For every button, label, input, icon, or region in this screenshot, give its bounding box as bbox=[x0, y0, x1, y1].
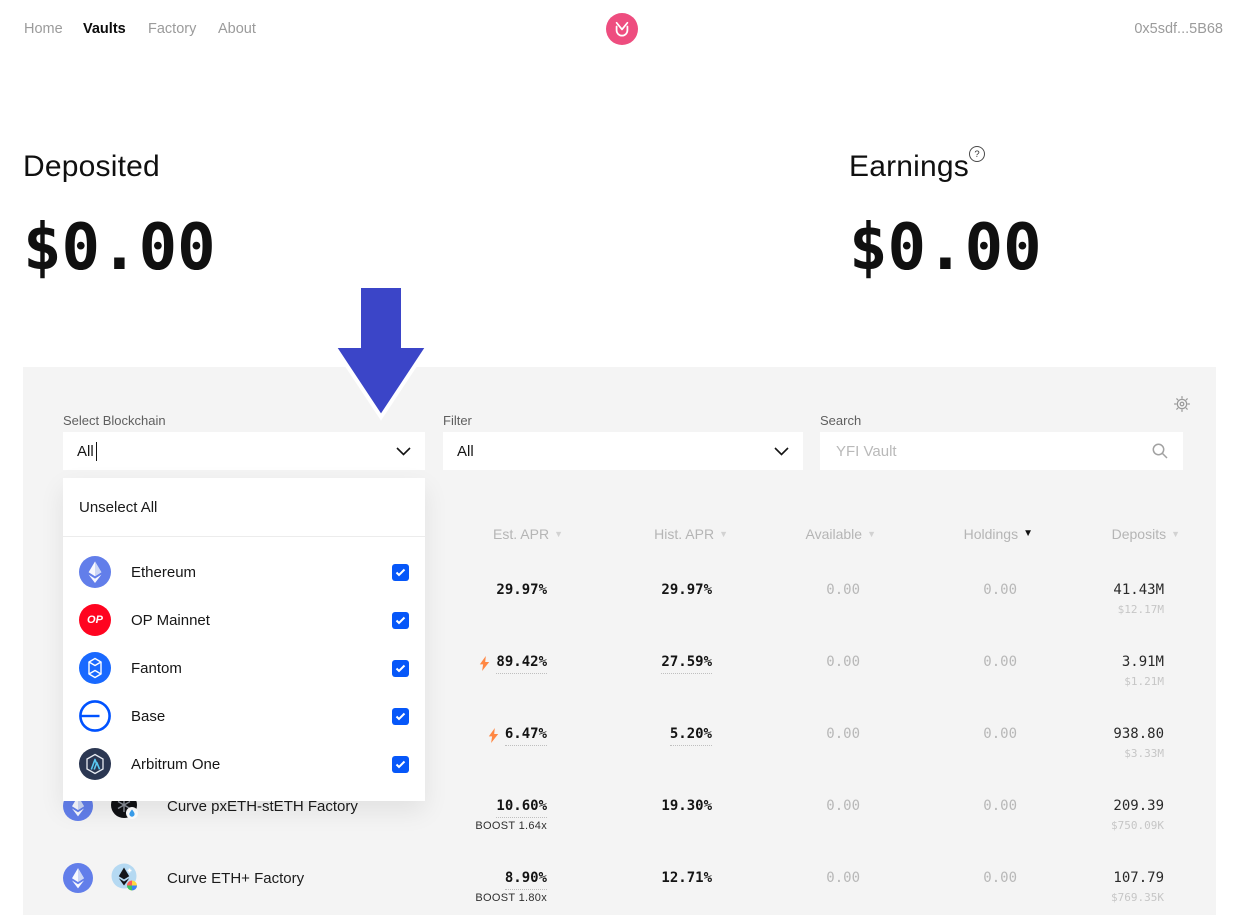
header-holdings[interactable]: Holdings▼ bbox=[964, 526, 1033, 542]
wallet-address[interactable]: 0x5sdf...5B68 bbox=[1134, 21, 1223, 37]
filter-select-value: All bbox=[457, 443, 474, 460]
unselect-all-button[interactable]: Unselect All bbox=[63, 478, 425, 537]
sort-desc-icon: ▼ bbox=[719, 530, 728, 539]
ethplus-token-icon bbox=[109, 862, 141, 894]
filter-select[interactable]: All bbox=[443, 432, 803, 470]
search-icon bbox=[1151, 442, 1169, 460]
yearn-logo-icon[interactable] bbox=[606, 13, 638, 45]
checkbox-checked[interactable] bbox=[392, 756, 409, 773]
available-value: 0.00 bbox=[826, 868, 860, 888]
header-available[interactable]: Available▼ bbox=[806, 526, 876, 542]
sort-desc-icon: ▼ bbox=[867, 530, 876, 539]
boosted-lightning-icon bbox=[479, 656, 490, 671]
header-est-apr[interactable]: Est. APR▼ bbox=[493, 526, 563, 542]
sort-desc-icon: ▼ bbox=[1171, 530, 1180, 539]
earnings-value: $0.00 bbox=[849, 216, 1042, 280]
checkbox-checked[interactable] bbox=[392, 708, 409, 725]
est-apr-value: 6.47% bbox=[505, 724, 547, 746]
blockchain-select-value: All bbox=[77, 443, 94, 460]
chevron-down-icon bbox=[396, 447, 411, 456]
holdings-value: 0.00 bbox=[983, 580, 1017, 600]
earnings-help-icon[interactable]: ? bbox=[969, 146, 985, 162]
vault-name: Curve ETH+ Factory bbox=[167, 870, 304, 887]
header-hist-apr[interactable]: Hist. APR▼ bbox=[654, 526, 728, 542]
holdings-value: 0.00 bbox=[983, 724, 1017, 744]
nav-item-home[interactable]: Home bbox=[24, 21, 63, 37]
nav-item-about[interactable]: About bbox=[218, 21, 256, 37]
available-value: 0.00 bbox=[826, 652, 860, 672]
deposits-usd: $3.33M bbox=[1124, 747, 1164, 760]
earnings-label: Earnings bbox=[849, 150, 969, 184]
checkbox-checked[interactable] bbox=[392, 564, 409, 581]
hist-apr-value: 29.97% bbox=[661, 580, 712, 600]
blockchain-select[interactable]: All bbox=[63, 432, 425, 470]
deposits-usd: $1.21M bbox=[1124, 675, 1164, 688]
available-value: 0.00 bbox=[826, 580, 860, 600]
blockchain-label: Select Blockchain bbox=[63, 413, 166, 428]
est-apr-value: 8.90% bbox=[505, 868, 547, 890]
deposits-usd: $769.35K bbox=[1111, 891, 1164, 904]
holdings-value: 0.00 bbox=[983, 652, 1017, 672]
text-cursor bbox=[96, 442, 98, 461]
chain-option-fantom[interactable]: Fantom bbox=[63, 644, 425, 692]
deposited-label: Deposited bbox=[23, 150, 160, 184]
boosted-lightning-icon bbox=[488, 728, 499, 743]
filter-label: Filter bbox=[443, 413, 472, 428]
chain-option-op-mainnet[interactable]: OP OP Mainnet bbox=[63, 596, 425, 644]
chain-option-arbitrum-one[interactable]: Arbitrum One bbox=[63, 740, 425, 788]
deposits-usd: $750.09K bbox=[1111, 819, 1164, 832]
hist-apr-value: 27.59% bbox=[661, 652, 712, 674]
hist-apr-value: 5.20% bbox=[670, 724, 712, 746]
deposits-value: 209.39 bbox=[1113, 796, 1164, 816]
est-apr-value: 10.60% bbox=[496, 796, 547, 818]
search-input[interactable] bbox=[834, 442, 1151, 461]
blockchain-dropdown: Unselect All Ethereum OP OP Mainnet bbox=[63, 478, 425, 801]
est-apr-value: 29.97% bbox=[496, 580, 547, 600]
deposited-value: $0.00 bbox=[23, 216, 216, 280]
chevron-down-icon bbox=[774, 447, 789, 456]
hist-apr-value: 19.30% bbox=[661, 796, 712, 816]
base-icon bbox=[79, 700, 111, 732]
holdings-value: 0.00 bbox=[983, 868, 1017, 888]
available-value: 0.00 bbox=[826, 724, 860, 744]
op-mainnet-icon: OP bbox=[79, 604, 111, 636]
checkbox-checked[interactable] bbox=[392, 612, 409, 629]
fantom-icon bbox=[79, 652, 111, 684]
available-value: 0.00 bbox=[826, 796, 860, 816]
vault-row[interactable]: Curve ETH+ Factory 8.90% BOOST 1.80x 12.… bbox=[23, 842, 1216, 914]
deposits-value: 938.80 bbox=[1113, 724, 1164, 744]
hist-apr-value: 12.71% bbox=[661, 868, 712, 888]
chain-option-base[interactable]: Base bbox=[63, 692, 425, 740]
arbitrum-one-icon bbox=[79, 748, 111, 780]
down-arrow-annotation-icon bbox=[331, 284, 431, 427]
deposits-value: 107.79 bbox=[1113, 868, 1164, 888]
vaults-page: Home Vaults Factory About 0x5sdf...5B68 … bbox=[0, 0, 1239, 915]
est-apr-value: 89.42% bbox=[496, 652, 547, 674]
nav-item-factory[interactable]: Factory bbox=[148, 21, 196, 37]
search-label: Search bbox=[820, 413, 861, 428]
holdings-value: 0.00 bbox=[983, 796, 1017, 816]
top-nav: Home Vaults Factory About 0x5sdf...5B68 bbox=[0, 0, 1239, 60]
deposits-usd: $12.17M bbox=[1118, 603, 1164, 616]
nav-item-vaults[interactable]: Vaults bbox=[83, 21, 126, 37]
chain-option-ethereum[interactable]: Ethereum bbox=[63, 548, 425, 596]
sort-desc-icon: ▼ bbox=[1023, 529, 1033, 539]
deposits-value: 3.91M bbox=[1122, 652, 1164, 672]
boost-multiplier: BOOST 1.80x bbox=[475, 892, 547, 905]
checkbox-checked[interactable] bbox=[392, 660, 409, 677]
boost-multiplier: BOOST 1.64x bbox=[475, 820, 547, 833]
sort-desc-icon: ▼ bbox=[554, 530, 563, 539]
deposits-value: 41.43M bbox=[1113, 580, 1164, 600]
ethereum-icon bbox=[79, 556, 111, 588]
search-field[interactable] bbox=[820, 432, 1183, 470]
header-deposits[interactable]: Deposits▼ bbox=[1112, 526, 1180, 542]
settings-gear-icon[interactable] bbox=[1173, 395, 1191, 413]
ethereum-chain-badge-icon bbox=[63, 863, 93, 893]
